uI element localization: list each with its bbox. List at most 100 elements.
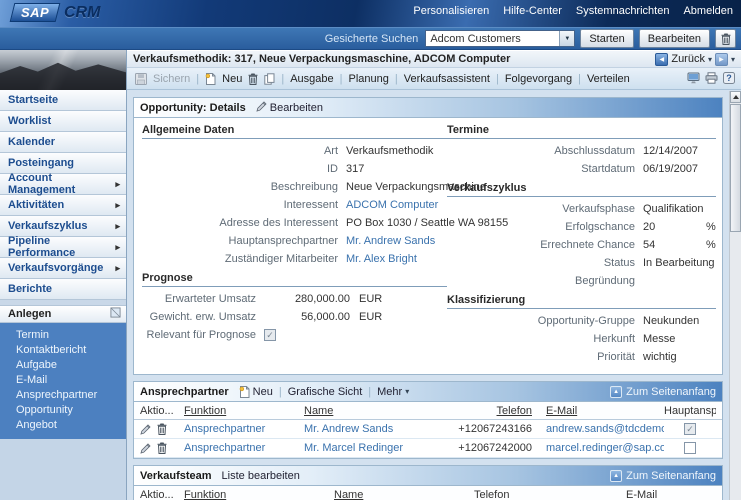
table-row: AnsprechpartnerMr. Marcel Redinger+12067… — [134, 439, 722, 458]
saved-search-label: Gesicherte Suchen — [325, 33, 419, 45]
sidebar-item-verkaufsvorgange[interactable]: Verkaufsvorgänge▸ — [0, 258, 126, 279]
forward-icon[interactable]: ▶ — [715, 53, 728, 66]
toolbar-item-ausgabe[interactable]: Ausgabe — [290, 73, 333, 85]
top-link-personalisieren[interactable]: Personalisieren — [413, 5, 489, 17]
delete-search-button[interactable] — [715, 29, 736, 48]
field-label: Startdatum — [447, 163, 643, 175]
column-header-funktion[interactable]: Funktion — [184, 405, 304, 417]
sidebar-item-verkaufszyklus[interactable]: Verkaufszyklus▸ — [0, 216, 126, 237]
product-name: CRM — [64, 4, 100, 22]
create-link-opportunity[interactable]: Opportunity — [16, 404, 126, 416]
forward-history-caret-icon[interactable]: ▾ — [731, 55, 735, 64]
trash-icon — [721, 33, 731, 45]
field-value-link[interactable]: Mr. Alex Bright — [346, 253, 417, 265]
create-link-e-mail[interactable]: E-Mail — [16, 374, 126, 386]
panel-action-neu[interactable]: Neu — [239, 386, 273, 398]
field-label: Abschlussdatum — [447, 145, 643, 157]
sidebar-item-posteingang[interactable]: Posteingang — [0, 153, 126, 174]
column-header-funktion[interactable]: Funktion — [184, 489, 334, 500]
trash-icon[interactable] — [248, 73, 258, 85]
saved-search-select[interactable]: Adcom Customers ▼ — [425, 30, 575, 47]
details-left: Allgemeine DatenArtVerkaufsmethodikID317… — [142, 120, 447, 366]
checkbox[interactable] — [684, 442, 696, 454]
toolbar-item-verkaufsassistent[interactable]: Verkaufsassistent — [404, 73, 490, 85]
field-opportunity-gruppe: Opportunity-GruppeNeukunden — [447, 312, 716, 330]
sidebar-item-kalender[interactable]: Kalender — [0, 132, 126, 153]
help-icon[interactable]: ? — [723, 72, 735, 84]
create-link-kontaktbericht[interactable]: Kontaktbericht — [16, 344, 126, 356]
edit-search-button[interactable]: Bearbeiten — [639, 29, 710, 48]
toolbar-save-button[interactable]: Sichern — [153, 73, 190, 85]
column-header-telefon[interactable]: Telefon — [454, 405, 538, 417]
sidebar-fill — [0, 439, 126, 500]
trash-icon[interactable] — [157, 423, 167, 435]
top-link-hilfe-center[interactable]: Hilfe-Center — [503, 5, 562, 17]
toolbar-item-verteilen[interactable]: Verteilen — [587, 73, 630, 85]
cell-email[interactable]: andrew.sands@tdcdemo... — [538, 423, 664, 435]
cell-telefon: +12067242000 — [454, 442, 538, 454]
saved-search-value: Adcom Customers — [430, 33, 520, 45]
row-actions — [140, 423, 184, 435]
back-icon[interactable]: ◀ — [655, 53, 668, 66]
sidebar-item-startseite[interactable]: Startseite — [0, 90, 126, 111]
vertical-scrollbar[interactable] — [729, 91, 741, 500]
cell-funktion[interactable]: Ansprechpartner — [184, 423, 304, 435]
toolbar-new-button[interactable]: Neu — [222, 73, 242, 85]
cell-funktion[interactable]: Ansprechpartner — [184, 442, 304, 454]
contacts-page-top-link[interactable]: Zum Seitenanfang — [626, 386, 716, 398]
cell-email[interactable]: marcel.redinger@sap.co... — [538, 442, 664, 454]
field-suffix: % — [706, 221, 716, 233]
field-label: Errechnete Chance — [447, 239, 643, 251]
sidebar-item-worklist[interactable]: Worklist — [0, 111, 126, 132]
column-header-name[interactable]: Name — [334, 489, 474, 500]
panel-action-mehr[interactable]: Mehr▾ — [377, 386, 409, 398]
sidebar-item-aktivitaten[interactable]: Aktivitäten▸ — [0, 195, 126, 216]
chevron-down-icon[interactable]: ▼ — [559, 31, 574, 46]
scrollbar-thumb[interactable] — [730, 104, 741, 232]
copy-icon[interactable] — [264, 73, 275, 85]
sidebar-item-account-management[interactable]: Account Management▸ — [0, 174, 126, 195]
column-header-aktio: Aktio... — [140, 405, 184, 417]
field-suffix: EUR — [359, 311, 382, 323]
panel-action-grafische-sicht[interactable]: Grafische Sicht — [288, 386, 363, 398]
create-link-termin[interactable]: Termin — [16, 329, 126, 341]
field-value: 12/14/2007 — [643, 145, 698, 157]
pencil-icon[interactable] — [140, 424, 151, 435]
toolbar-item-planung[interactable]: Planung — [349, 73, 389, 85]
panel-action-liste-bearbeiten[interactable]: Liste bearbeiten — [222, 470, 300, 482]
scroll-up-button[interactable] — [730, 91, 741, 103]
team-page-top-link[interactable]: Zum Seitenanfang — [626, 470, 716, 482]
sidebar-item-berichte[interactable]: Berichte — [0, 279, 126, 300]
chevron-right-icon: ▸ — [115, 200, 120, 211]
checkbox[interactable]: ✓ — [684, 423, 696, 435]
cell-name[interactable]: Mr. Andrew Sands — [304, 423, 454, 435]
printer-icon[interactable] — [705, 72, 718, 84]
field-value-link[interactable]: Mr. Andrew Sands — [346, 235, 435, 247]
start-search-button[interactable]: Starten — [580, 29, 633, 48]
cell-name[interactable]: Mr. Marcel Redinger — [304, 442, 454, 454]
trash-icon[interactable] — [157, 442, 167, 454]
field-verkaufsphase: VerkaufsphaseQualifikation — [447, 200, 716, 218]
field-value: 20 — [643, 221, 697, 233]
field-value: Neukunden — [643, 315, 699, 327]
create-link-ansprechpartner[interactable]: Ansprechpartner — [16, 389, 126, 401]
create-link-aufgabe[interactable]: Aufgabe — [16, 359, 126, 371]
edit-details-button[interactable]: Bearbeiten — [256, 101, 323, 115]
back-history-caret-icon[interactable]: ▾ — [708, 55, 712, 64]
back-button[interactable]: Zurück — [671, 53, 705, 65]
column-header-e-mail[interactable]: E-Mail — [538, 405, 664, 417]
top-link-systemnachrichten[interactable]: Systemnachrichten — [576, 5, 670, 17]
field-value: Qualifikation — [643, 203, 704, 215]
toolbar-item-folgevorgang[interactable]: Folgevorgang — [505, 73, 572, 85]
create-link-angebot[interactable]: Angebot — [16, 419, 126, 431]
details-panel: Opportunity: Details Bearbeiten Allgemei… — [133, 97, 723, 375]
column-header-name[interactable]: Name — [304, 405, 454, 417]
checkbox[interactable]: ✓ — [264, 329, 276, 341]
sidebar-item-pipeline-performance[interactable]: Pipeline Performance▸ — [0, 237, 126, 258]
top-link-abmelden[interactable]: Abmelden — [683, 5, 733, 17]
field-begrundung: Begründung — [447, 272, 716, 290]
display-icon[interactable] — [687, 72, 700, 84]
pencil-icon[interactable] — [140, 443, 151, 454]
section-verkaufszyklus: VerkaufszyklusVerkaufsphaseQualifikation… — [447, 182, 716, 290]
field-value-link[interactable]: ADCOM Computer — [346, 199, 438, 211]
